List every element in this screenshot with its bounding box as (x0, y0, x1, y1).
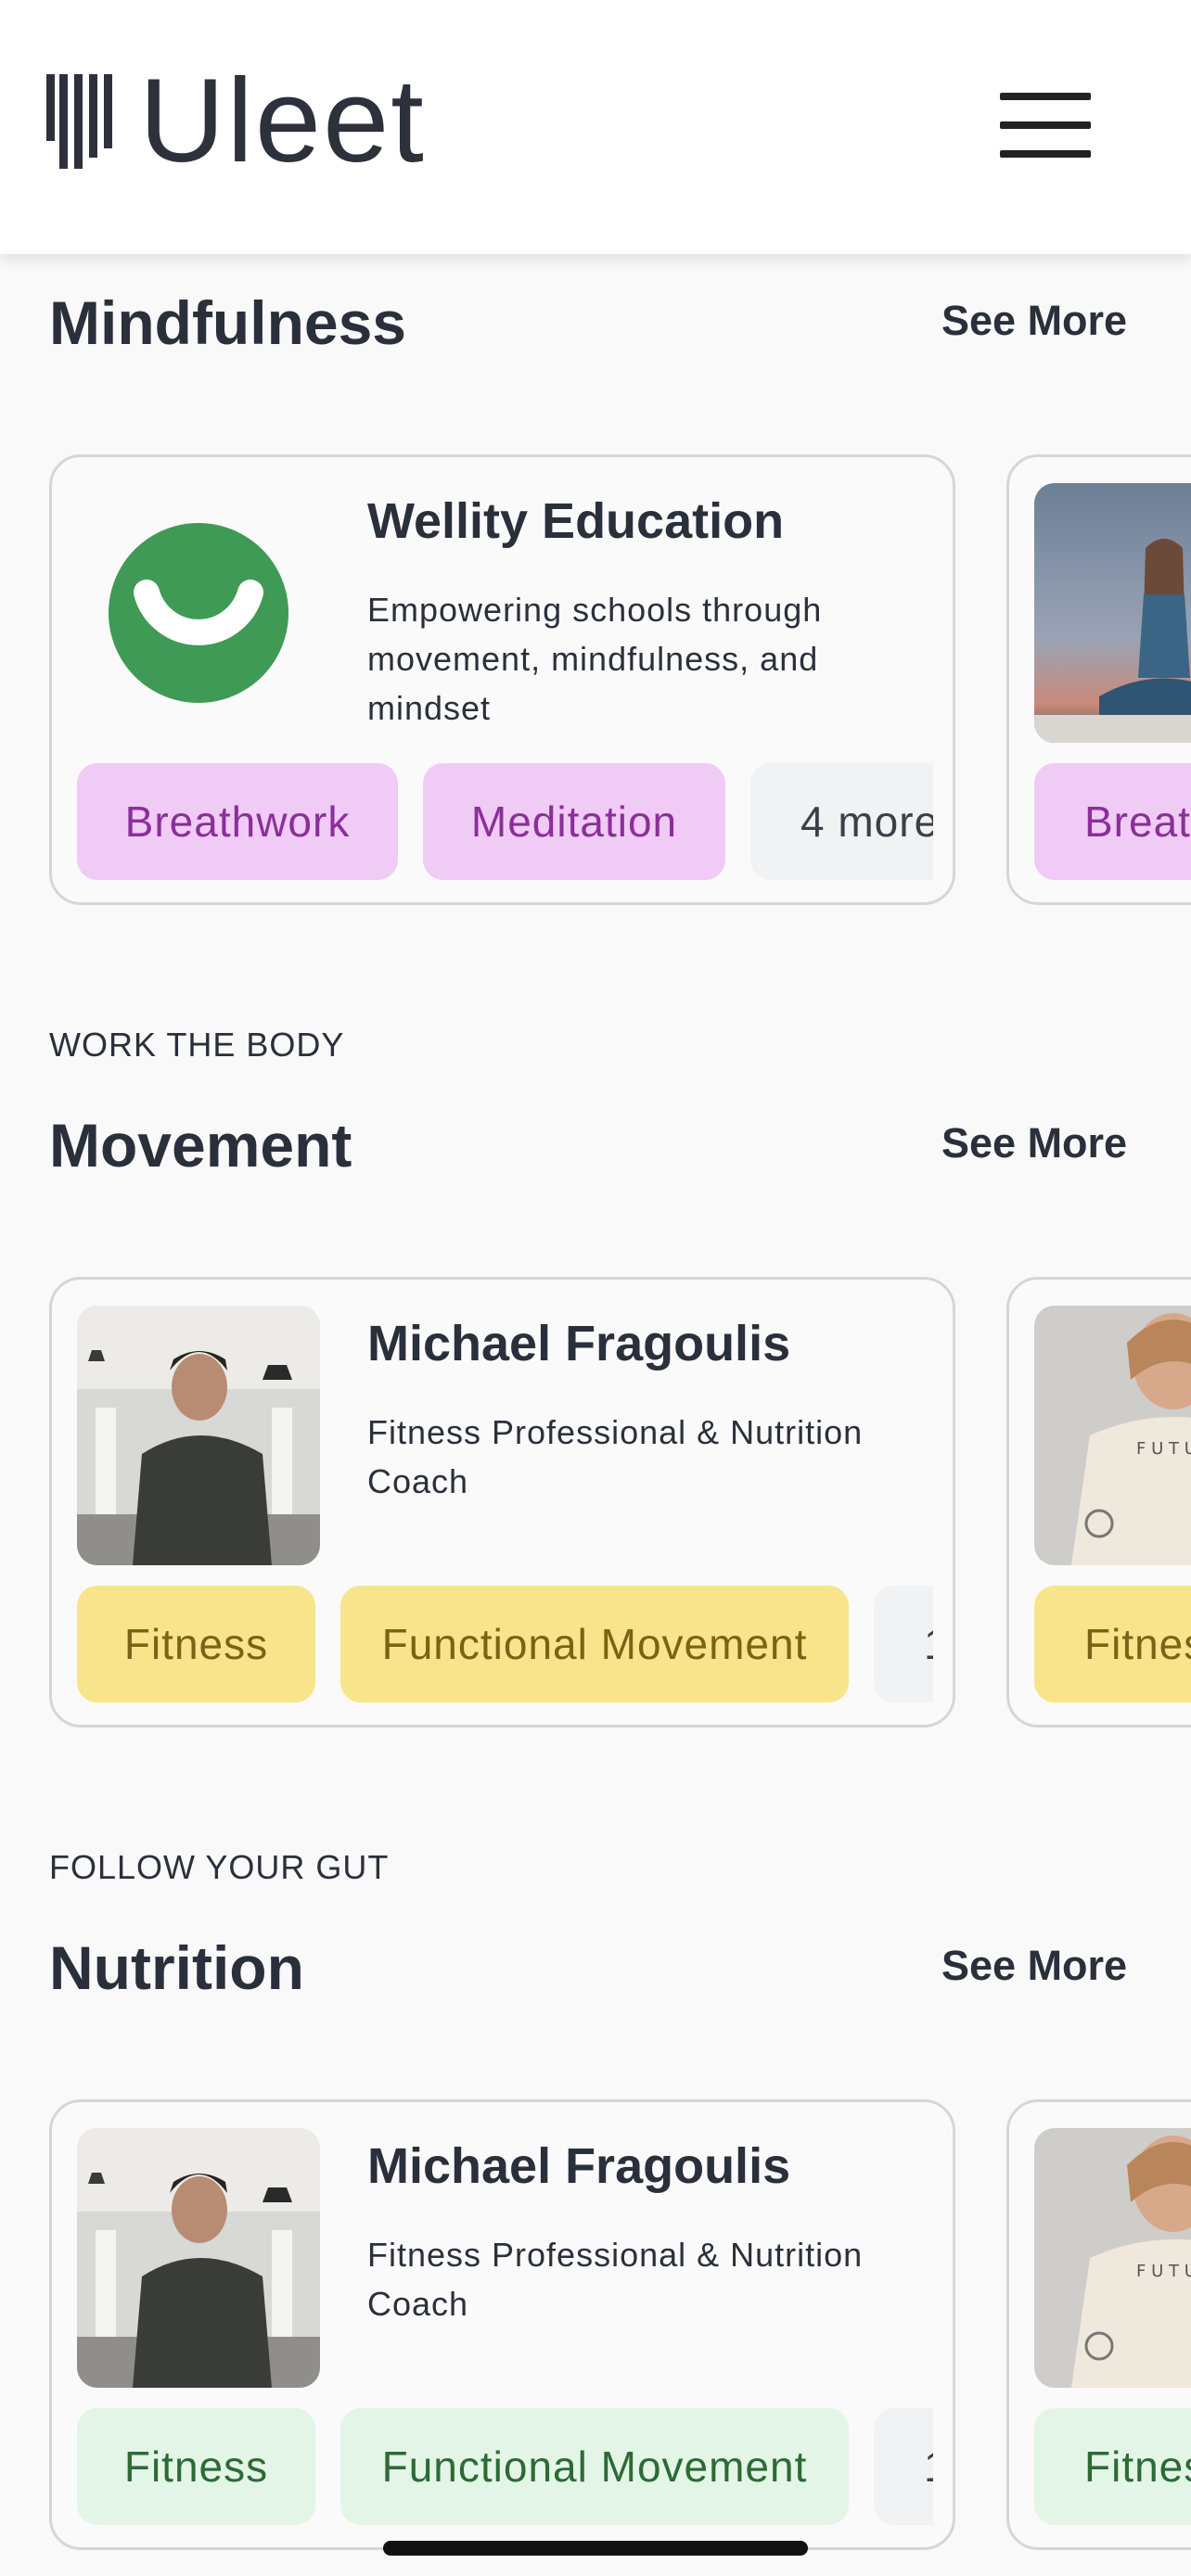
section-subtitle: WORK THE BODY (49, 1026, 345, 1064)
woman-meditating-photo (1034, 483, 1191, 743)
tag-chip[interactable]: Breat (1034, 763, 1191, 880)
app-logo[interactable]: Uleet (46, 62, 426, 181)
more-tags-chip[interactable]: 4 more (750, 763, 933, 880)
tag-list: Breat (1034, 763, 1191, 880)
man-gym-portrait-photo (77, 1306, 320, 1565)
app-header: Uleet (0, 0, 1191, 254)
uleet-bars-icon (46, 74, 112, 169)
tag-list: Fitnes (1034, 1586, 1191, 1702)
wellity-logo-image (77, 483, 320, 743)
see-more-link[interactable]: See More (941, 297, 1127, 345)
tag-list: Breathwork Meditation 4 more (77, 763, 933, 880)
svg-text:F U T U R: F U T U R (1136, 2262, 1191, 2281)
woman-sweater-portrait-photo: F U T U R (1034, 1306, 1191, 1565)
tag-chip[interactable]: Breathwork (77, 763, 398, 880)
see-more-link[interactable]: See More (941, 1119, 1127, 1167)
section-title: Movement (49, 1111, 352, 1180)
tag-chip[interactable]: 1 (874, 1586, 933, 1702)
tag-chip[interactable]: Functional Movement (340, 1586, 849, 1702)
provider-card[interactable]: Michael Fragoulis Fitness Professional &… (49, 1277, 955, 1728)
provider-description: Empowering schools through movement, min… (367, 591, 823, 727)
tag-list: Fitness Functional Movement 1 (77, 1586, 933, 1702)
tag-chip[interactable]: Fitness (77, 1586, 315, 1702)
svg-text:F U T U R: F U T U R (1136, 1439, 1191, 1459)
tag-chip[interactable]: Fitnes (1034, 1586, 1191, 1702)
tag-chip[interactable]: Meditation (423, 763, 725, 880)
tag-list: Fitnes (1034, 2408, 1191, 2525)
tag-chip[interactable]: Functional Movement (340, 2408, 849, 2525)
logo-wordmark: Uleet (139, 55, 426, 187)
tag-chip[interactable]: Fitnes (1034, 2408, 1191, 2525)
provider-name: Wellity Education (367, 493, 785, 549)
home-indicator[interactable] (383, 2541, 808, 2556)
see-more-link[interactable]: See More (941, 1942, 1127, 1990)
provider-card-peek[interactable]: Breat (1006, 454, 1191, 905)
provider-description: Fitness Professional & Nutrition Coach (367, 1413, 864, 1500)
woman-sweater-portrait-photo: F U T U R (1034, 2128, 1191, 2388)
section-subtitle: FOLLOW YOUR GUT (49, 1848, 390, 1886)
provider-card-peek[interactable]: F U T U R Fitnes (1006, 2099, 1191, 2550)
section-title: Nutrition (49, 1933, 304, 2002)
hamburger-menu-icon[interactable] (1000, 89, 1091, 161)
provider-description: Fitness Professional & Nutrition Coach (367, 2236, 864, 2323)
provider-name: Michael Fragoulis (367, 1316, 791, 1371)
provider-name: Michael Fragoulis (367, 2138, 791, 2194)
tag-list: Fitness Functional Movement 1 (77, 2408, 933, 2525)
provider-card-peek[interactable]: F U T U R Fitnes (1006, 1277, 1191, 1728)
section-title: Mindfulness (49, 288, 407, 357)
tag-chip[interactable]: Fitness (77, 2408, 315, 2525)
man-gym-portrait-photo (77, 2128, 320, 2388)
provider-card[interactable]: Michael Fragoulis Fitness Professional &… (49, 2099, 955, 2550)
tag-chip[interactable]: 1 (874, 2408, 933, 2525)
provider-card[interactable]: Wellity Education Empowering schools thr… (49, 454, 955, 905)
